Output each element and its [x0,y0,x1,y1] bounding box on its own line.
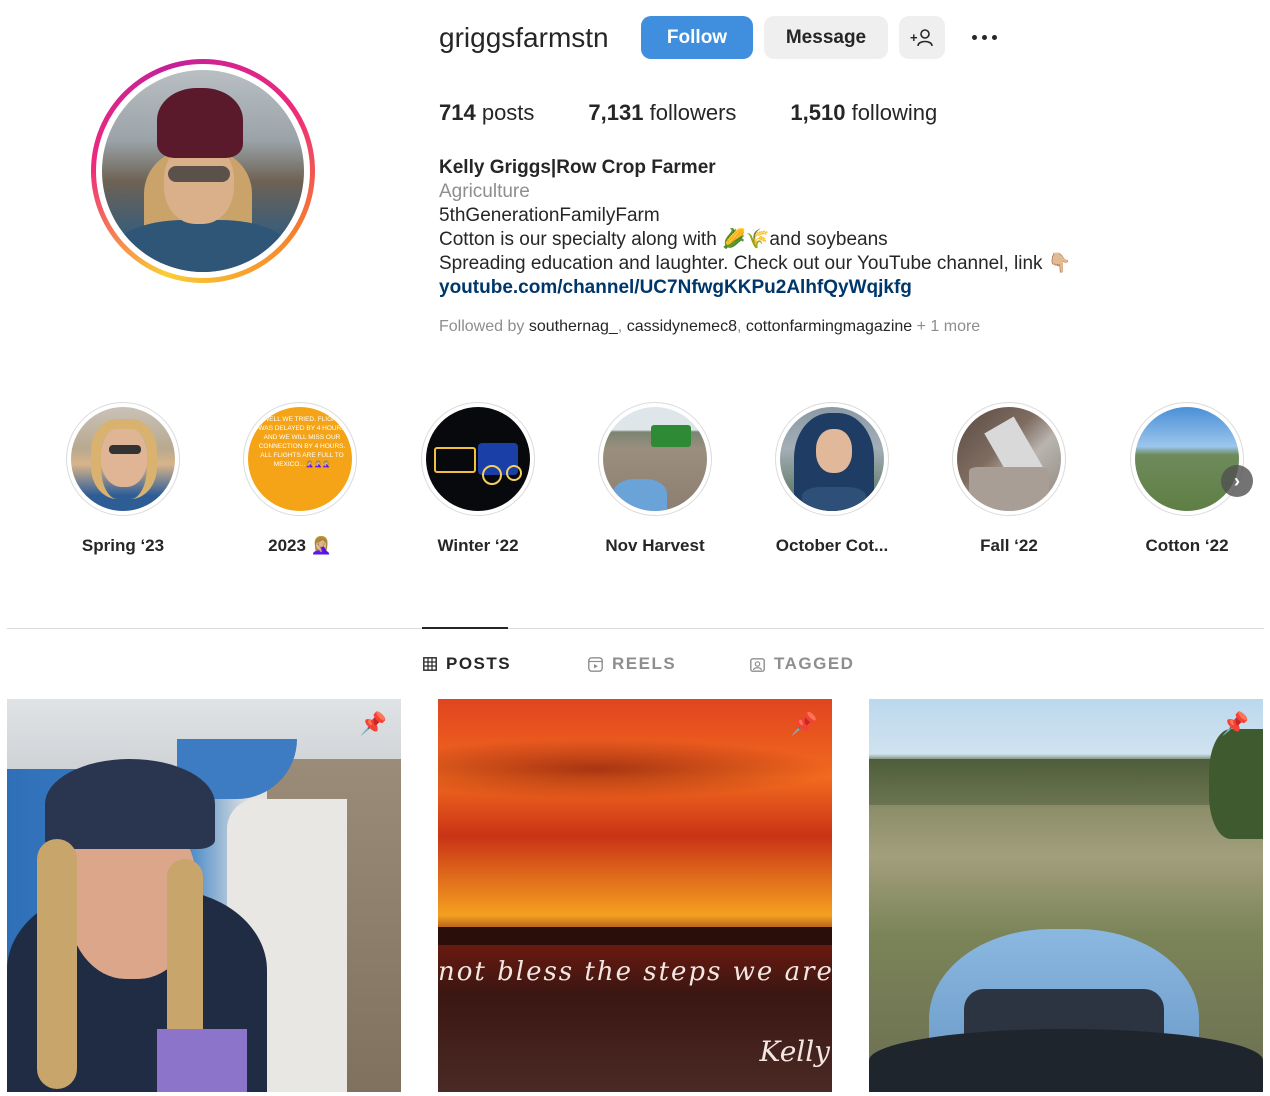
highlight-thumbnail [71,407,175,511]
tabs-divider [7,628,1264,629]
message-button[interactable]: Message [764,16,888,59]
post-tile[interactable]: 📌 [869,699,1263,1092]
highlight-item[interactable]: Winter ‘22 [408,402,548,556]
highlight-thumbnail [780,407,884,511]
follower-user[interactable]: southernag_ [529,318,618,335]
avatar-photo [102,70,304,272]
highlight-item[interactable]: October Cot... [762,402,902,556]
highlight-thumbnail [957,407,1061,511]
pin-icon: 📌 [790,711,818,736]
highlight-thumbnail [426,407,530,511]
following-stat[interactable]: 1,510 following [790,100,937,126]
highlight-thumbnail: WELL WE TRIED. FLIGHT WAS DELAYED BY 4 H… [248,407,352,511]
add-user-icon: + [910,28,933,46]
highlight-overlay-text: WELL WE TRIED. FLIGHT WAS DELAYED BY 4 H… [258,416,346,468]
follower-user[interactable]: cottonfarmingmagazine [746,318,912,335]
highlight-label: Nov Harvest [605,536,705,555]
highlight-label: October Cot... [775,536,889,555]
svg-text:+: + [910,30,918,45]
post-signature: Kelly [759,1035,830,1068]
bio-line: Cotton is our specialty along with 🌽🌾and… [439,229,888,250]
tagged-icon [750,657,765,672]
tab-label: REELS [612,654,677,673]
tab-label: POSTS [446,654,512,673]
post-tile[interactable]: not bless the steps we are not willing K… [438,699,832,1092]
more-options-icon[interactable] [966,22,1002,52]
tab-label: TAGGED [774,654,855,673]
highlight-thumbnail [603,407,707,511]
tab-reels[interactable]: REELS [588,654,676,674]
profile-username: griggsfarmstn [439,22,609,53]
chevron-right-icon[interactable]: › [1221,465,1253,497]
highlight-thumbnail [1135,407,1239,511]
follow-button[interactable]: Follow [641,16,753,59]
tab-tagged[interactable]: TAGGED [750,654,854,674]
bio-line: Spreading education and laughter. Check … [439,253,1072,274]
profile-avatar[interactable] [91,59,315,283]
highlight-label: Winter ‘22 [437,536,519,555]
post-tile[interactable]: 📌 [7,699,401,1092]
profile-category: Agriculture [439,181,530,202]
highlight-item[interactable]: WELL WE TRIED. FLIGHT WAS DELAYED BY 4 H… [230,402,370,556]
highlight-label: Spring ‘23 [81,536,165,555]
bio-line: 5thGenerationFamilyFarm [439,205,660,226]
pin-icon: 📌 [1221,711,1249,736]
tab-posts[interactable]: POSTS [423,654,511,674]
active-tab-indicator [422,627,508,629]
highlight-item[interactable]: Fall ‘22 [939,402,1079,556]
suggest-users-button[interactable]: + [899,16,945,59]
followed-by[interactable]: Followed by southernag_, cassidynemec8, … [439,318,980,336]
followers-stat[interactable]: 7,131 followers [588,100,736,126]
highlight-item[interactable]: Spring ‘23 [53,402,193,556]
reels-icon [588,656,603,672]
highlight-label: Fall ‘22 [980,536,1038,555]
profile-bio: Kelly Griggs|Row Crop Farmer Agriculture… [439,156,1071,300]
bio-link[interactable]: youtube.com/channel/UC7NfwgKKPu2AlhfQyWq… [439,276,1071,300]
pin-icon: 📌 [359,711,387,736]
grid-icon [423,657,437,671]
posts-count-stat: 714 posts [439,100,535,125]
post-caption-text: not bless the steps we are not willing [438,957,832,987]
profile-full-name: Kelly Griggs|Row Crop Farmer [439,157,716,178]
highlight-label: 2023 🤦🏼‍♀️ [268,536,332,555]
profile-stats: 714 posts 7,131 followers 1,510 followin… [439,100,937,126]
highlight-item[interactable]: Nov Harvest [585,402,725,556]
highlight-label: Cotton ‘22 [1145,536,1229,555]
follower-user[interactable]: cassidynemec8 [627,318,737,335]
